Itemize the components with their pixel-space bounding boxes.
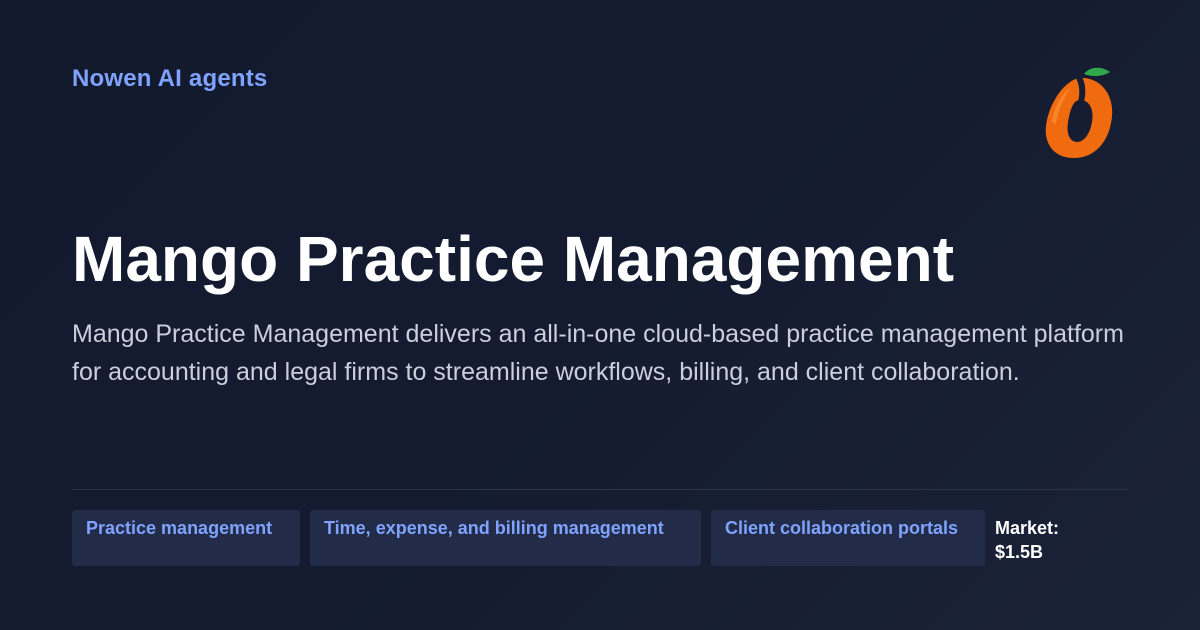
product-description: Mango Practice Management delivers an al… [72,320,1124,386]
feature-tag: Client collaboration portals [711,510,985,566]
page-title: Mango Practice Management [72,223,954,295]
mango-logo-icon [1045,67,1113,158]
brand-name: Nowen AI agents [72,65,268,92]
market-label: Market: [995,518,1060,538]
market-size: Market: $1.5B [995,516,1125,564]
divider [72,489,1128,490]
feature-tag: Practice management [72,510,300,566]
feature-tag: Time, expense, and billing management [310,510,701,566]
market-value: $1.5B [995,542,1044,562]
